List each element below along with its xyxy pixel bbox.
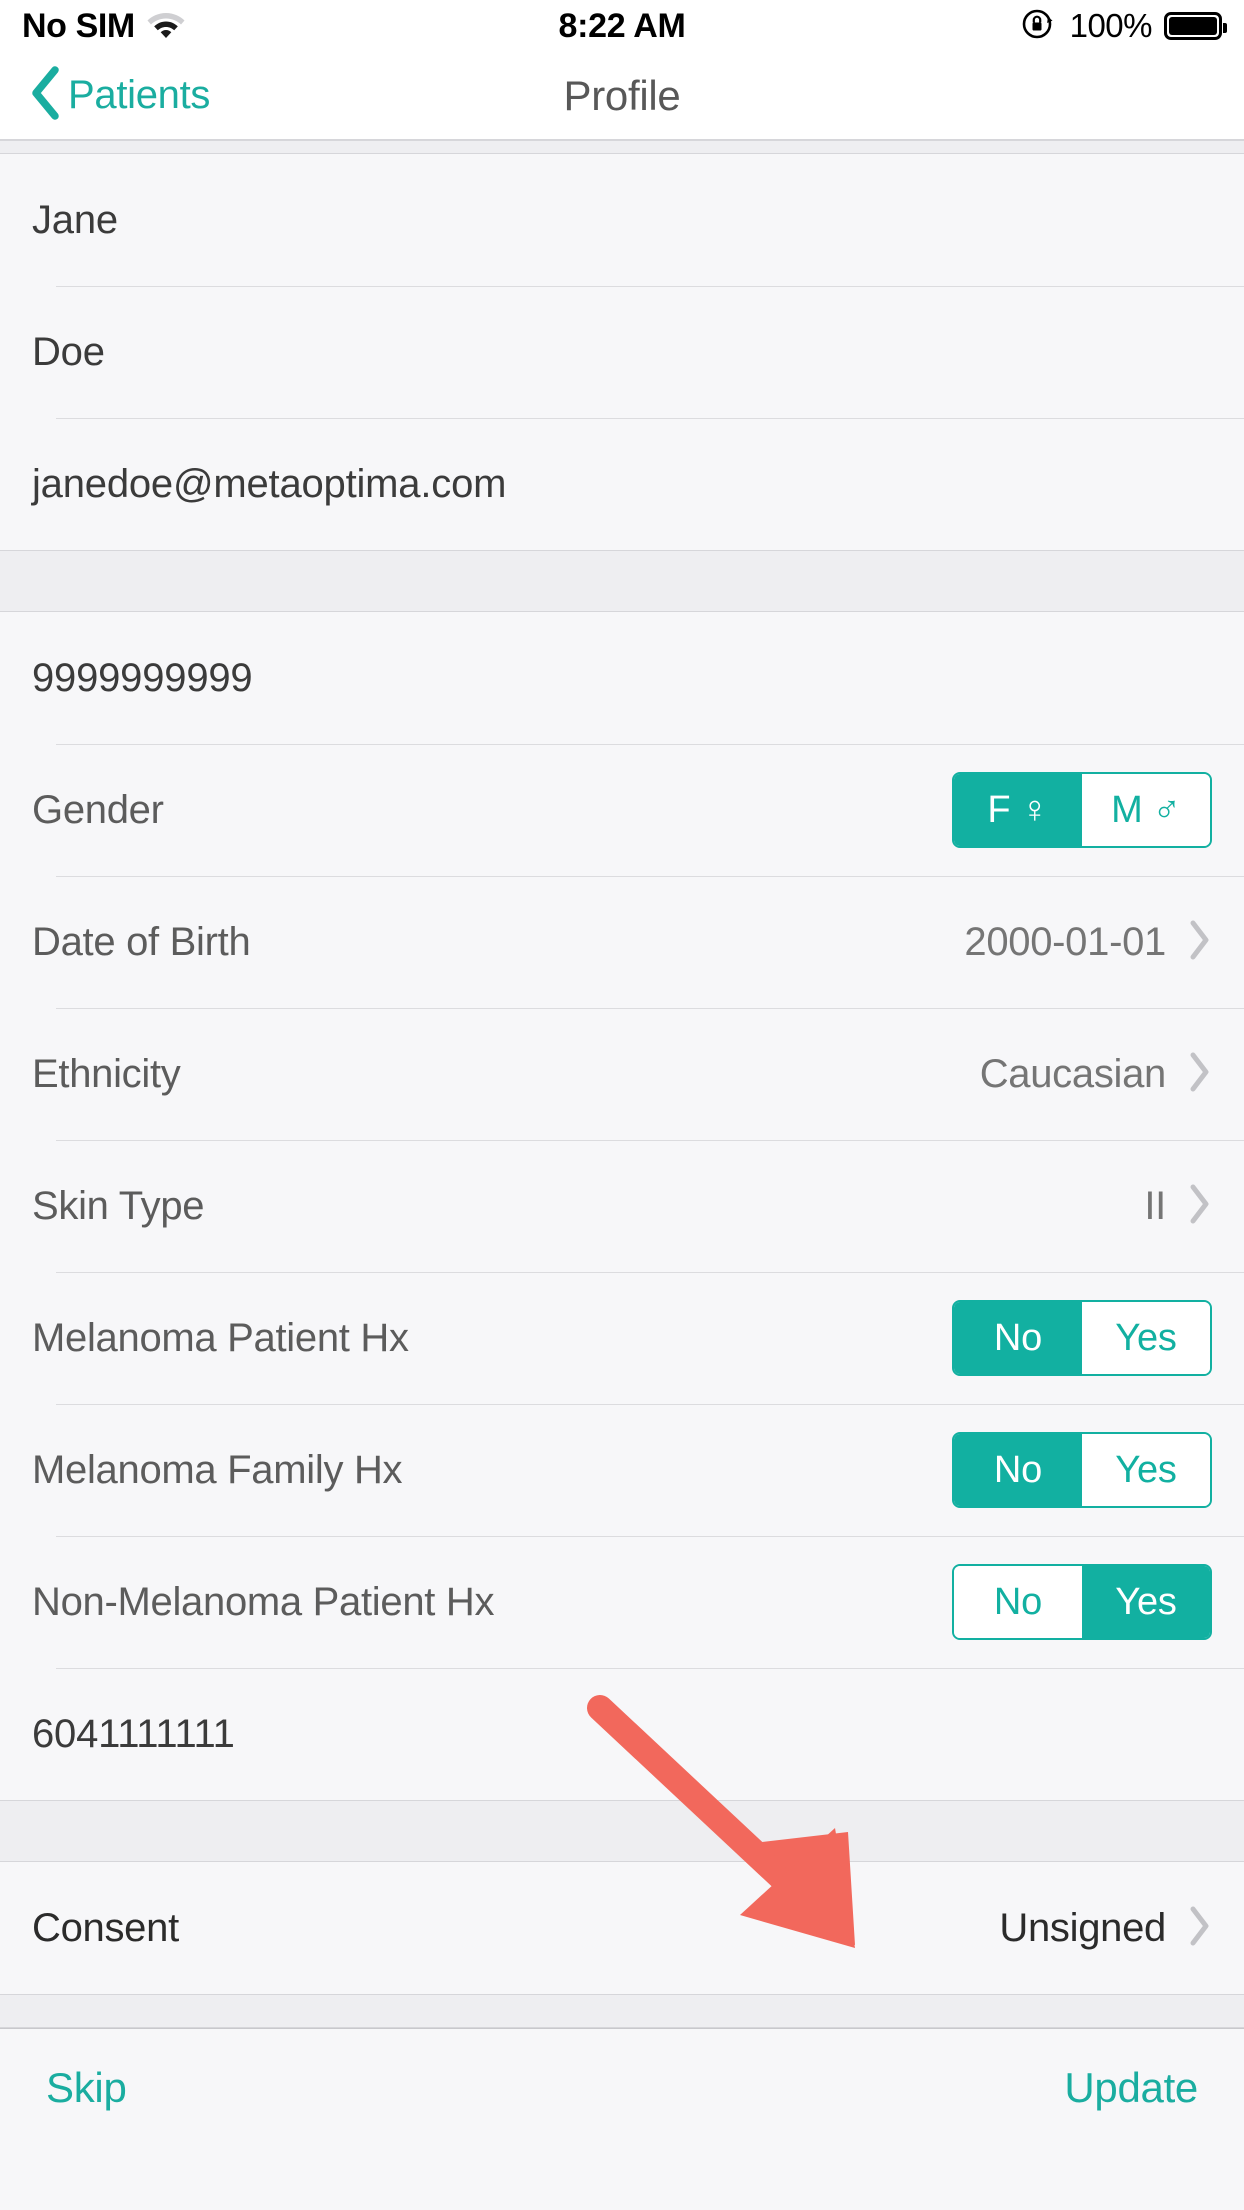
melanoma-patient-hx-label: Melanoma Patient Hx (32, 1315, 409, 1360)
skip-button[interactable]: Skip (46, 2064, 127, 2112)
row-ethnicity[interactable]: Ethnicity Caucasian (0, 1008, 1244, 1140)
last-name-input[interactable]: Doe (32, 330, 105, 375)
section-gap-consent (0, 1800, 1244, 1862)
section-gap-middle (0, 550, 1244, 612)
gender-female-label: F (987, 788, 1011, 831)
navigation-bar: Patients Profile (0, 52, 1244, 140)
non-melanoma-patient-hx-option-yes[interactable]: Yes (1082, 1566, 1210, 1638)
melanoma-patient-hx-segmented-control[interactable]: No Yes (952, 1300, 1212, 1376)
bottom-toolbar: Skip Update (0, 2028, 1244, 2146)
consent-status-value: Unsigned (999, 1905, 1166, 1950)
non-melanoma-patient-hx-label: Non-Melanoma Patient Hx (32, 1579, 495, 1624)
row-health-number[interactable]: 9999999999 (0, 612, 1244, 744)
section-consent: Consent Unsigned (0, 1862, 1244, 1994)
gender-segmented-control[interactable]: F ♀ M ♂ (952, 772, 1212, 848)
phone-screen: No SIM 8:22 AM 100% Patients Profile Jan… (0, 0, 1244, 2210)
date-of-birth-value: 2000-01-01 (964, 919, 1166, 964)
date-of-birth-label: Date of Birth (32, 919, 251, 964)
melanoma-family-hx-segmented-control[interactable]: No Yes (952, 1432, 1212, 1508)
consent-label: Consent (32, 1905, 179, 1950)
non-melanoma-patient-hx-segmented-control[interactable]: No Yes (952, 1564, 1212, 1640)
chevron-right-icon (1188, 1904, 1212, 1953)
row-date-of-birth[interactable]: Date of Birth 2000-01-01 (0, 876, 1244, 1008)
rotation-lock-icon (1018, 4, 1058, 49)
ethnicity-label: Ethnicity (32, 1051, 181, 1096)
row-phone-number[interactable]: 6041111111 (0, 1668, 1244, 1800)
chevron-right-icon (1188, 918, 1212, 967)
email-input[interactable]: janedoe@metaoptima.com (32, 462, 506, 507)
male-symbol-icon: ♂ (1152, 789, 1182, 831)
update-button[interactable]: Update (1064, 2064, 1198, 2112)
chevron-right-icon (1188, 1182, 1212, 1231)
back-button[interactable]: Patients (0, 65, 210, 126)
gender-option-male[interactable]: M ♂ (1082, 774, 1210, 846)
wifi-icon (147, 9, 185, 44)
row-skin-type[interactable]: Skin Type II (0, 1140, 1244, 1272)
back-button-label: Patients (68, 73, 211, 117)
skin-type-label: Skin Type (32, 1183, 205, 1228)
row-gender[interactable]: Gender F ♀ M ♂ (0, 744, 1244, 876)
gender-label: Gender (32, 787, 164, 832)
female-symbol-icon: ♀ (1020, 789, 1049, 831)
ethnicity-value: Caucasian (979, 1051, 1167, 1096)
row-last-name[interactable]: Doe (0, 286, 1244, 418)
chevron-right-icon (1188, 1050, 1212, 1099)
battery-full-icon (1164, 12, 1227, 40)
row-first-name[interactable]: Jane (0, 154, 1244, 286)
status-bar-right: 100% (1018, 4, 1227, 49)
health-number-input[interactable]: 9999999999 (32, 656, 253, 701)
melanoma-patient-hx-option-no[interactable]: No (954, 1302, 1082, 1374)
row-melanoma-family-hx[interactable]: Melanoma Family Hx No Yes (0, 1404, 1244, 1536)
row-non-melanoma-patient-hx[interactable]: Non-Melanoma Patient Hx No Yes (0, 1536, 1244, 1668)
melanoma-family-hx-option-no[interactable]: No (954, 1434, 1082, 1506)
melanoma-family-hx-option-yes[interactable]: Yes (1082, 1434, 1210, 1506)
row-consent[interactable]: Consent Unsigned (0, 1862, 1244, 1994)
first-name-input[interactable]: Jane (32, 198, 118, 243)
melanoma-patient-hx-option-yes[interactable]: Yes (1082, 1302, 1210, 1374)
status-bar-left: No SIM (22, 9, 185, 44)
section-identity: Jane Doe janedoe@metaoptima.com (0, 154, 1244, 550)
melanoma-family-hx-label: Melanoma Family Hx (32, 1447, 403, 1492)
gender-option-female[interactable]: F ♀ (954, 774, 1082, 846)
non-melanoma-patient-hx-option-no[interactable]: No (954, 1566, 1082, 1638)
row-melanoma-patient-hx[interactable]: Melanoma Patient Hx No Yes (0, 1272, 1244, 1404)
battery-percent-label: 100% (1069, 7, 1153, 44)
gender-male-label: M (1111, 788, 1143, 831)
skin-type-value: II (1144, 1183, 1166, 1228)
carrier-label: No SIM (22, 7, 135, 45)
row-email[interactable]: janedoe@metaoptima.com (0, 418, 1244, 550)
status-bar: No SIM 8:22 AM 100% (0, 0, 1244, 52)
phone-number-input[interactable]: 6041111111 (32, 1712, 235, 1757)
section-gap-top (0, 140, 1244, 154)
section-clinical: 9999999999 Gender F ♀ M ♂ Date of Birth (0, 612, 1244, 1800)
section-gap-bottom (0, 1994, 1244, 2028)
chevron-left-icon (28, 65, 62, 126)
